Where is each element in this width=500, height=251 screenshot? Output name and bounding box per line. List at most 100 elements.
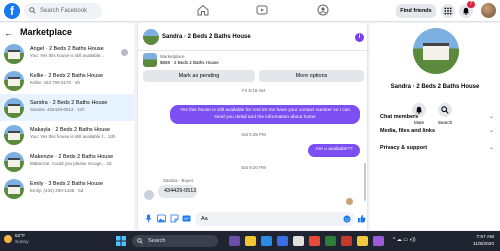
marketplace-inbox: ← Marketplace Angel · 2 Beds 2 Baths Hou…	[0, 23, 134, 230]
search-in-conversation-button[interactable]	[438, 103, 452, 117]
conversation-snippet: You: Yes this house is still available..…	[30, 53, 105, 58]
page-title: Marketplace	[20, 27, 73, 37]
search-label: Search	[437, 120, 453, 125]
windows-taskbar: 52°F Sunny Search ^ ☁ ▭ ◖)) 7:57 AM 11/8…	[0, 231, 500, 251]
conversation-item-makayla[interactable]: Makayla · 2 Beds 2 Baths House You: Yes …	[0, 121, 134, 148]
app-icon-7[interactable]	[325, 236, 336, 246]
chat-avatar[interactable]	[143, 29, 159, 45]
emoji-icon[interactable]	[343, 215, 351, 223]
clock-time: 7:57 AM	[476, 235, 494, 240]
info-icon[interactable]: i	[355, 33, 364, 42]
search-input[interactable]: Search Facebook	[24, 3, 102, 19]
home-icon[interactable]	[197, 4, 209, 16]
unread-dot-icon	[121, 49, 128, 56]
conversation-title: Kellie · 2 Beds 2 Baths House	[30, 73, 104, 79]
app-icon-8[interactable]	[341, 236, 352, 246]
conversation-title: Sandra · 2 Beds 2 Baths House	[30, 100, 108, 106]
listing-thumbnail	[4, 125, 24, 145]
microphone-icon[interactable]	[144, 214, 153, 223]
app-icon-10[interactable]	[373, 236, 384, 246]
chat-scrollbar[interactable]	[364, 163, 366, 201]
facebook-logo[interactable]: f	[4, 3, 20, 19]
chat-members-section[interactable]: Chat members	[380, 114, 418, 120]
sender-label: Sandra · Buyer	[163, 178, 194, 183]
back-arrow-icon[interactable]: ←	[4, 28, 13, 38]
more-options-button[interactable]: More options	[259, 70, 364, 82]
bell-icon	[415, 106, 423, 114]
chevron-down-icon[interactable]: ⌄	[489, 144, 494, 151]
message-input-value: Aa	[201, 216, 208, 222]
taskbar-search-label: Search	[148, 238, 166, 244]
svg-text:GIF: GIF	[184, 217, 190, 221]
taskbar-search[interactable]: Search	[132, 235, 218, 247]
listing-photo[interactable]	[413, 28, 459, 74]
search-icon	[29, 7, 36, 14]
conversation-title: Angel · 2 Beds 2 Baths House	[30, 46, 104, 52]
conversation-item-angel[interactable]: Angel · 2 Beds 2 Baths House You: Yes th…	[0, 40, 134, 67]
chat-panel: Sandra · 2 Beds 2 Baths House i Marketpl…	[137, 23, 369, 230]
file-explorer-icon[interactable]	[245, 236, 256, 246]
conversation-snippet: Emily: (434) 200-1436 · 5d	[30, 188, 84, 193]
system-tray[interactable]: ^ ☁ ▭ ◖))	[393, 237, 416, 243]
app-icon-6[interactable]	[309, 236, 320, 246]
clock-date: 11/8/2020	[473, 242, 494, 247]
store-icon[interactable]	[277, 236, 288, 246]
weather-widget[interactable]: 52°F Sunny	[4, 234, 29, 246]
outgoing-message: Are u available??	[308, 144, 360, 157]
app-icon-1[interactable]	[229, 236, 240, 246]
profile-avatar[interactable]	[481, 3, 496, 18]
app-icon-5[interactable]	[293, 236, 304, 246]
chevron-down-icon[interactable]: ⌄	[489, 127, 494, 134]
message-composer: GIF Aa	[138, 209, 369, 230]
message-timestamp: Fri 6:18 AM	[241, 88, 265, 93]
message-timestamp: Sat 5:35 PM	[241, 132, 266, 137]
incoming-message: 434429-0512	[158, 185, 197, 198]
listing-thumbnail	[4, 71, 24, 91]
conversation-item-sandra[interactable]: Sandra · 2 Beds 2 Baths House Sandra: 43…	[0, 94, 134, 121]
conversation-item-kellie[interactable]: Kellie · 2 Beds 2 Baths House Kellie: 43…	[0, 67, 134, 94]
message-timestamp: Sat 9:20 PM	[241, 165, 266, 170]
conversation-item-makenzie[interactable]: Makenzie · 2 Beds 2 Baths House Makenzie…	[0, 148, 134, 175]
seen-avatar	[346, 198, 353, 205]
find-friends-button[interactable]: Find friends	[396, 4, 436, 18]
conversation-snippet: Sandra: 434429-0512 · 11h	[30, 107, 85, 112]
conversation-title: Makenzie · 2 Beds 2 Baths House	[30, 154, 114, 160]
conversation-item-emily[interactable]: Emily · 3 Beds 2 Baths House Emily: (434…	[0, 175, 134, 202]
conversation-snippet: Kellie: 434 709 5170 · 4h	[30, 80, 81, 85]
media-files-links-section[interactable]: Media, files and links	[380, 128, 435, 134]
search-icon	[137, 238, 143, 244]
message-input[interactable]: Aa	[195, 212, 355, 226]
search-placeholder: Search Facebook	[40, 8, 88, 14]
sender-avatar	[144, 190, 154, 200]
video-icon[interactable]	[256, 4, 268, 16]
chevron-down-icon[interactable]: ⌄	[489, 113, 494, 120]
app-icon-9[interactable]	[357, 236, 368, 246]
listing-source: Marketplace	[160, 54, 185, 59]
image-icon[interactable]	[157, 214, 166, 223]
listing-thumbnail	[4, 179, 24, 199]
taskbar-clock[interactable]: 7:57 AM 11/8/2020	[466, 234, 494, 248]
conversation-snippet: You: Yes this house is still available f…	[30, 134, 116, 139]
conversation-info-panel: Sandra · 2 Beds 2 Baths House Mute Searc…	[370, 23, 500, 230]
bell-icon	[462, 7, 470, 15]
mark-as-pending-button[interactable]: Mark as pending	[143, 70, 255, 82]
sun-icon	[4, 235, 12, 243]
windows-start-icon[interactable]	[116, 236, 126, 246]
sticker-icon[interactable]	[170, 214, 179, 223]
gif-icon[interactable]: GIF	[182, 214, 191, 223]
notification-badge: 7	[467, 1, 475, 8]
listing-thumbnail	[4, 98, 24, 118]
privacy-support-section[interactable]: Privacy & support	[380, 145, 427, 151]
edge-icon[interactable]	[261, 236, 272, 246]
grid-menu-icon	[444, 7, 452, 15]
chat-title[interactable]: Sandra · 2 Beds 2 Baths House	[162, 34, 251, 40]
mute-label: Mute	[413, 120, 424, 125]
thumbs-up-icon[interactable]	[357, 214, 366, 223]
chat-header: Sandra · 2 Beds 2 Baths House i	[138, 23, 369, 51]
search-icon	[441, 106, 449, 114]
listing-price-title: $869 · 2 Beds 2 Baths House	[160, 60, 219, 65]
top-nav-bar: f Search Facebook Find friends 7	[0, 0, 500, 22]
outgoing-message: Yes this house is still available for re…	[170, 105, 360, 124]
menu-button[interactable]	[441, 4, 455, 18]
groups-icon[interactable]	[317, 4, 329, 16]
